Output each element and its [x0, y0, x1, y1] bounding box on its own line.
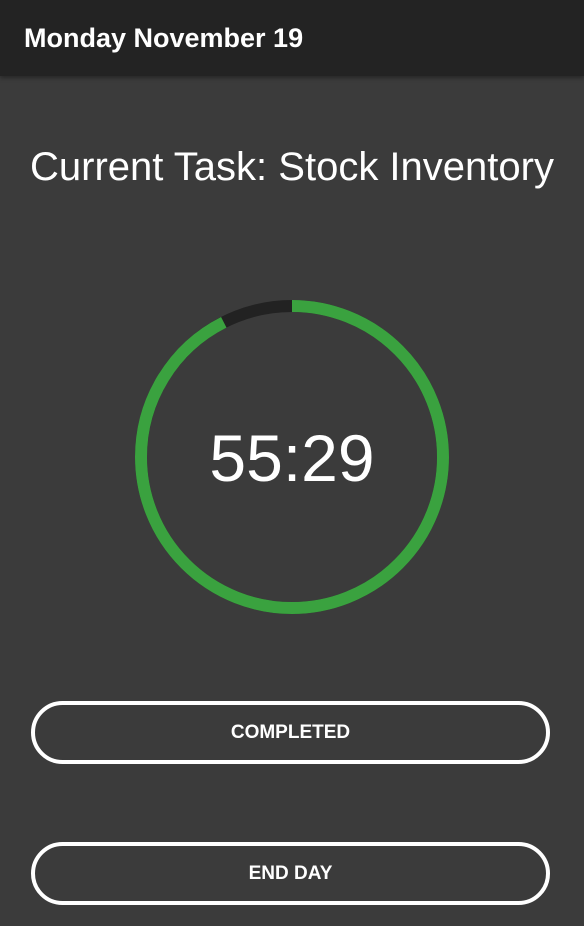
app-screen: Monday November 19 Current Task: Stock I…: [0, 0, 584, 926]
timer-display: 55:29: [209, 421, 375, 495]
end-day-button[interactable]: END DAY: [31, 842, 550, 905]
current-task-title: Current Task: Stock Inventory: [30, 145, 554, 189]
app-bar: Monday November 19: [0, 0, 584, 76]
completed-button[interactable]: COMPLETED: [31, 701, 550, 764]
app-bar-title: Monday November 19: [24, 23, 304, 53]
countdown-timer: 55:29: [135, 300, 449, 614]
